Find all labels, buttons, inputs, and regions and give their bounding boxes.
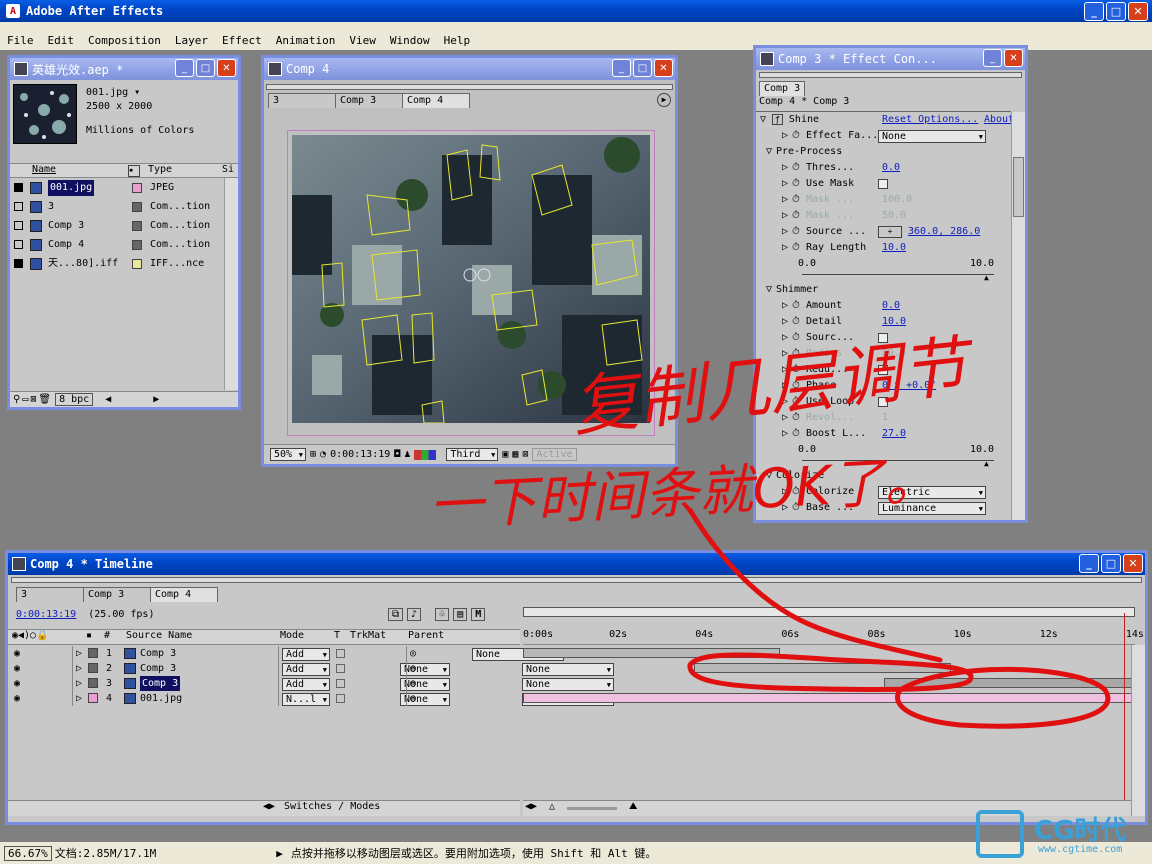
cgtime-logo: CG时代	[1034, 816, 1127, 846]
status-hint: 点按并拖移以移动图层或选区。要用附加选项，使用 Shift 和 Alt 键。	[290, 847, 657, 860]
handwritten-annotation: 复制几层调节 一下时间条就OK了。	[427, 327, 1111, 729]
cgtime-watermark: CG时代 www.cgtime.com	[976, 808, 1148, 860]
cgtime-logo-icon	[976, 810, 1024, 858]
status-doc: 文档:2.85M/17.1M	[54, 847, 157, 860]
annotation-line-1: 复制几层调节	[569, 327, 980, 446]
cgtime-url: www.cgtime.com	[1038, 844, 1123, 855]
status-zoom: 66.67%	[4, 845, 52, 861]
annotation-line-2: 一下时间条就OK了。	[427, 448, 940, 538]
